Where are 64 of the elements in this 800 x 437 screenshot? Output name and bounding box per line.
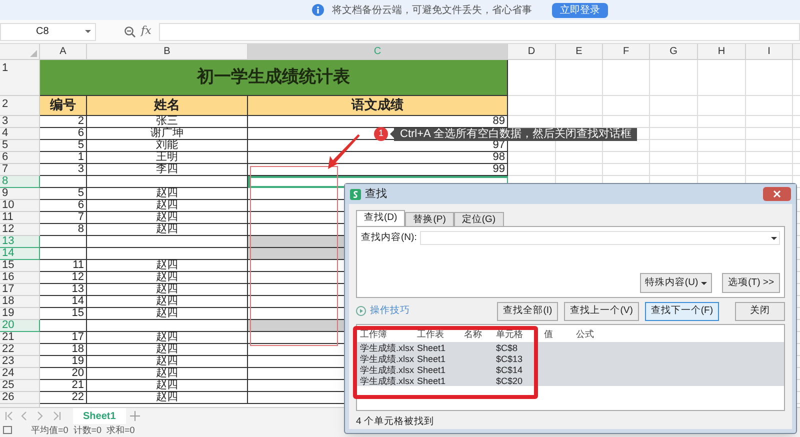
table-cell: 5 xyxy=(40,140,87,152)
table-cell: 赵四 xyxy=(87,260,248,272)
table-cell: 3 xyxy=(40,164,87,176)
result-cell-text: $C$20 xyxy=(496,375,523,388)
table-cell: 22 xyxy=(40,392,87,404)
table-cell: 赵四 xyxy=(87,392,248,404)
table-cell: 赵四 xyxy=(87,284,248,296)
status-text: 计数=0 xyxy=(73,424,102,437)
table-cell: 13 xyxy=(40,284,87,296)
table-cell: 赵四 xyxy=(87,188,248,200)
table-cell: 李四 xyxy=(87,164,248,176)
table-cell: 12 xyxy=(40,272,87,284)
table-cell: 赵四 xyxy=(87,272,248,284)
table-cell: 赵四 xyxy=(87,332,248,344)
result-sheet: Sheet1 xyxy=(417,375,446,388)
table-cell: 赵四 xyxy=(87,308,248,320)
table-cell: 20 xyxy=(40,368,87,380)
result-sheet: Sheet1 xyxy=(417,364,446,377)
table-cell: 张三 xyxy=(87,116,248,128)
table-cell: 17 xyxy=(40,332,87,344)
table-cell: 5 xyxy=(40,188,87,200)
table-cell: 赵四 xyxy=(87,380,248,392)
table-cell: 7 xyxy=(40,212,87,224)
tooltip: Ctrl+A 全选所有空白数据，然后关闭查找对话框 xyxy=(394,128,638,140)
title-cell: 初一学生成绩统计表 xyxy=(40,60,508,96)
result-workbook: 学生成绩.xlsx xyxy=(360,375,414,388)
table-cell: 19 xyxy=(40,356,87,368)
table-cell: 赵四 xyxy=(87,224,248,236)
table-cell: 刘能 xyxy=(87,140,248,152)
result-workbook: 学生成绩.xlsx xyxy=(360,342,414,354)
table-cell: 赵四 xyxy=(87,356,248,368)
header-cell: 编号 xyxy=(40,96,87,116)
result-workbook: 学生成绩.xlsx xyxy=(360,353,414,366)
dialog-title: 查找 xyxy=(365,186,387,202)
header-cell: 语文成绩 xyxy=(248,96,508,116)
result-workbook: 学生成绩.xlsx xyxy=(360,364,414,376)
table-cell: 赵四 xyxy=(87,368,248,380)
results-status: 4 个单元格被找到 xyxy=(356,415,435,429)
table-cell: 1 xyxy=(40,152,87,164)
status-text: 求和=0 xyxy=(106,424,135,437)
status-text: 平均值=0 xyxy=(31,424,68,437)
result-cell-text: $C$13 xyxy=(496,353,523,366)
table-cell: 15 xyxy=(40,308,87,320)
result-cell-text: $C$8 xyxy=(496,342,518,355)
table-cell: 11 xyxy=(40,260,87,272)
result-cell-text: $C$14 xyxy=(496,364,523,377)
find-label: 查找内容(N): xyxy=(361,231,417,245)
table-cell: 21 xyxy=(40,380,87,392)
result-sheet: Sheet1 xyxy=(417,353,446,366)
table-cell: 王明 xyxy=(87,152,248,164)
banner-message: 将文档备份云端，可避免文件丢失，省心省事 xyxy=(332,4,532,18)
table-cell: 赵四 xyxy=(87,344,248,356)
table-cell: 8 xyxy=(40,224,87,236)
table-cell: 14 xyxy=(40,296,87,308)
header-cell: 姓名 xyxy=(87,96,248,116)
table-cell: 2 xyxy=(40,116,87,128)
result-sheet: Sheet1 xyxy=(417,342,446,355)
table-cell: 谢广坤 xyxy=(87,128,248,140)
table-cell: 赵四 xyxy=(87,296,248,308)
table-cell: 6 xyxy=(40,128,87,140)
table-cell: 18 xyxy=(40,344,87,356)
table-cell: 赵四 xyxy=(87,200,248,212)
table-cell: 赵四 xyxy=(87,212,248,224)
table-cell: 6 xyxy=(40,200,87,212)
